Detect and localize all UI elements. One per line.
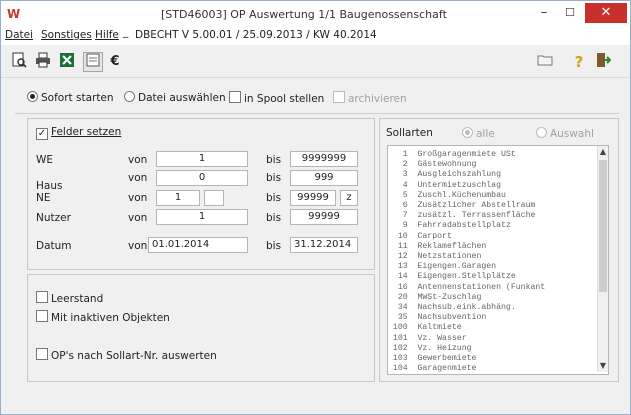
ne-from-input[interactable]: 1 [156, 190, 200, 206]
haus-to-input[interactable]: 999 [290, 170, 358, 186]
separator [15, 113, 619, 114]
felder-checkbox-box[interactable]: ✓ [36, 128, 48, 140]
minimize-button[interactable]: – [531, 3, 557, 23]
scroll-thumb[interactable] [599, 160, 607, 292]
checkbox-inaktiv[interactable]: Mit inaktiven Objekten [36, 310, 170, 324]
radio-alle-label: alle [476, 128, 495, 140]
haus-from-input[interactable]: 0 [156, 170, 248, 186]
checkbox-inaktiv-box[interactable] [36, 310, 48, 322]
maximize-button[interactable]: ☐ [557, 3, 583, 23]
radio-sofort-dot[interactable] [27, 91, 38, 102]
we-bis: bis [266, 154, 282, 166]
list-scrollbar[interactable]: ▲ ▼ [597, 146, 608, 372]
we-to-input[interactable]: 9999999 [290, 151, 358, 167]
ne-label: NE [36, 192, 51, 204]
radio-alle: alle [462, 127, 495, 140]
ne-z-button[interactable]: z [340, 190, 358, 206]
we-von: von [128, 154, 148, 166]
version-info: DBECHT V 5.00.01 / 25.09.2013 / KW 40.20… [135, 29, 377, 41]
help-icon[interactable]: ? [569, 52, 589, 72]
menu-dot: _ [123, 26, 129, 38]
menu-bar: Datei Sonstiges Hilfe _ DBECHT V 5.00.01… [1, 26, 630, 45]
felder-label: Felder setzen [51, 126, 122, 138]
radio-auswahl-dot [536, 127, 547, 138]
haus-label: Haus [36, 180, 63, 192]
haus-von: von [128, 172, 148, 184]
excel-export-icon[interactable] [57, 52, 77, 72]
checkbox-spool[interactable]: in Spool stellen [229, 91, 324, 105]
nutzer-from-input[interactable]: 1 [156, 209, 248, 225]
leerstand-label: Leerstand [51, 293, 104, 305]
checkbox-leerstand-box[interactable] [36, 291, 48, 303]
checkbox-sollart-nr[interactable]: OP's nach Sollart-Nr. auswerten [36, 348, 217, 362]
start-options: Sofort starten Datei auswählen in Spool … [27, 87, 617, 109]
print-icon[interactable] [33, 52, 53, 72]
filter-panel: Leerstand Mit inaktiven Objekten OP's na… [27, 274, 375, 382]
euro-icon[interactable]: € [105, 52, 125, 72]
radio-auswahl-label: Auswahl [550, 128, 594, 140]
sollart-nr-label: OP's nach Sollart-Nr. auswerten [51, 350, 217, 362]
close-button[interactable]: ✕ [585, 3, 627, 23]
ne-von: von [128, 192, 148, 204]
checkbox-archiv-box [333, 91, 345, 103]
haus-bis: bis [266, 172, 282, 184]
checkbox-spool-box[interactable] [229, 91, 241, 103]
felder-checkbox[interactable]: ✓ Felder setzen [36, 126, 121, 140]
list-item[interactable]: 104 Garagenmiete [388, 364, 477, 374]
nutzer-to-input[interactable]: 99999 [290, 209, 358, 225]
menu-datei[interactable]: Datei [5, 29, 33, 41]
ne-to-input[interactable]: 99999 [290, 190, 336, 206]
ne-from-extra-input[interactable] [204, 190, 224, 206]
title-bar: W [STD46003] OP Auswertung 1/1 Baugenoss… [1, 1, 630, 27]
ne-bis: bis [266, 192, 282, 204]
exit-icon[interactable] [593, 52, 613, 72]
app-window: W [STD46003] OP Auswertung 1/1 Baugenoss… [0, 0, 631, 415]
datum-from-input[interactable]: 01.01.2014 [148, 237, 248, 253]
checkbox-sollart-nr-box[interactable] [36, 348, 48, 360]
checkbox-archiv: archivieren [333, 91, 407, 105]
form-icon[interactable] [83, 52, 103, 72]
app-icon: W [7, 7, 21, 21]
nutzer-bis: bis [266, 212, 282, 224]
scroll-up-icon[interactable]: ▲ [598, 146, 608, 158]
checkbox-archiv-label: archivieren [348, 93, 407, 105]
radio-sofort-label: Sofort starten [41, 92, 114, 104]
we-from-input[interactable]: 1 [156, 151, 248, 167]
nutzer-label: Nutzer [36, 212, 71, 224]
menu-hilfe[interactable]: Hilfe [95, 29, 119, 41]
radio-alle-dot [462, 127, 473, 138]
radio-datei-dot[interactable] [124, 91, 135, 102]
sollarten-title: Sollarten [386, 127, 433, 139]
toolbar: € ? [1, 47, 630, 78]
print-preview-icon[interactable] [9, 52, 29, 72]
checkbox-leerstand[interactable]: Leerstand [36, 291, 103, 305]
sollarten-list[interactable]: 1 Großgaragenmiete USt 2 Gästewohnung 3 … [387, 145, 609, 375]
folder-icon[interactable] [535, 52, 555, 72]
datum-label: Datum [36, 240, 72, 252]
radio-datei[interactable]: Datei auswählen [124, 91, 226, 104]
inaktiv-label: Mit inaktiven Objekten [51, 312, 170, 324]
datum-bis: bis [266, 240, 282, 252]
datum-von: von [128, 240, 148, 252]
radio-auswahl: Auswahl [536, 127, 594, 140]
radio-sofort[interactable]: Sofort starten [27, 91, 114, 104]
scroll-down-icon[interactable]: ▼ [598, 360, 608, 372]
felder-panel: ✓ Felder setzen WE von 1 bis 9999999 Haus… [27, 118, 375, 270]
checkbox-spool-label: in Spool stellen [244, 93, 325, 105]
menu-sonstiges[interactable]: Sonstiges [41, 29, 92, 41]
we-label: WE [36, 154, 54, 166]
radio-datei-label: Datei auswählen [138, 92, 226, 104]
window-title: [STD46003] OP Auswertung 1/1 Baugenossen… [161, 8, 447, 21]
nutzer-von: von [128, 212, 148, 224]
datum-to-input[interactable]: 31.12.2014 [290, 237, 358, 253]
